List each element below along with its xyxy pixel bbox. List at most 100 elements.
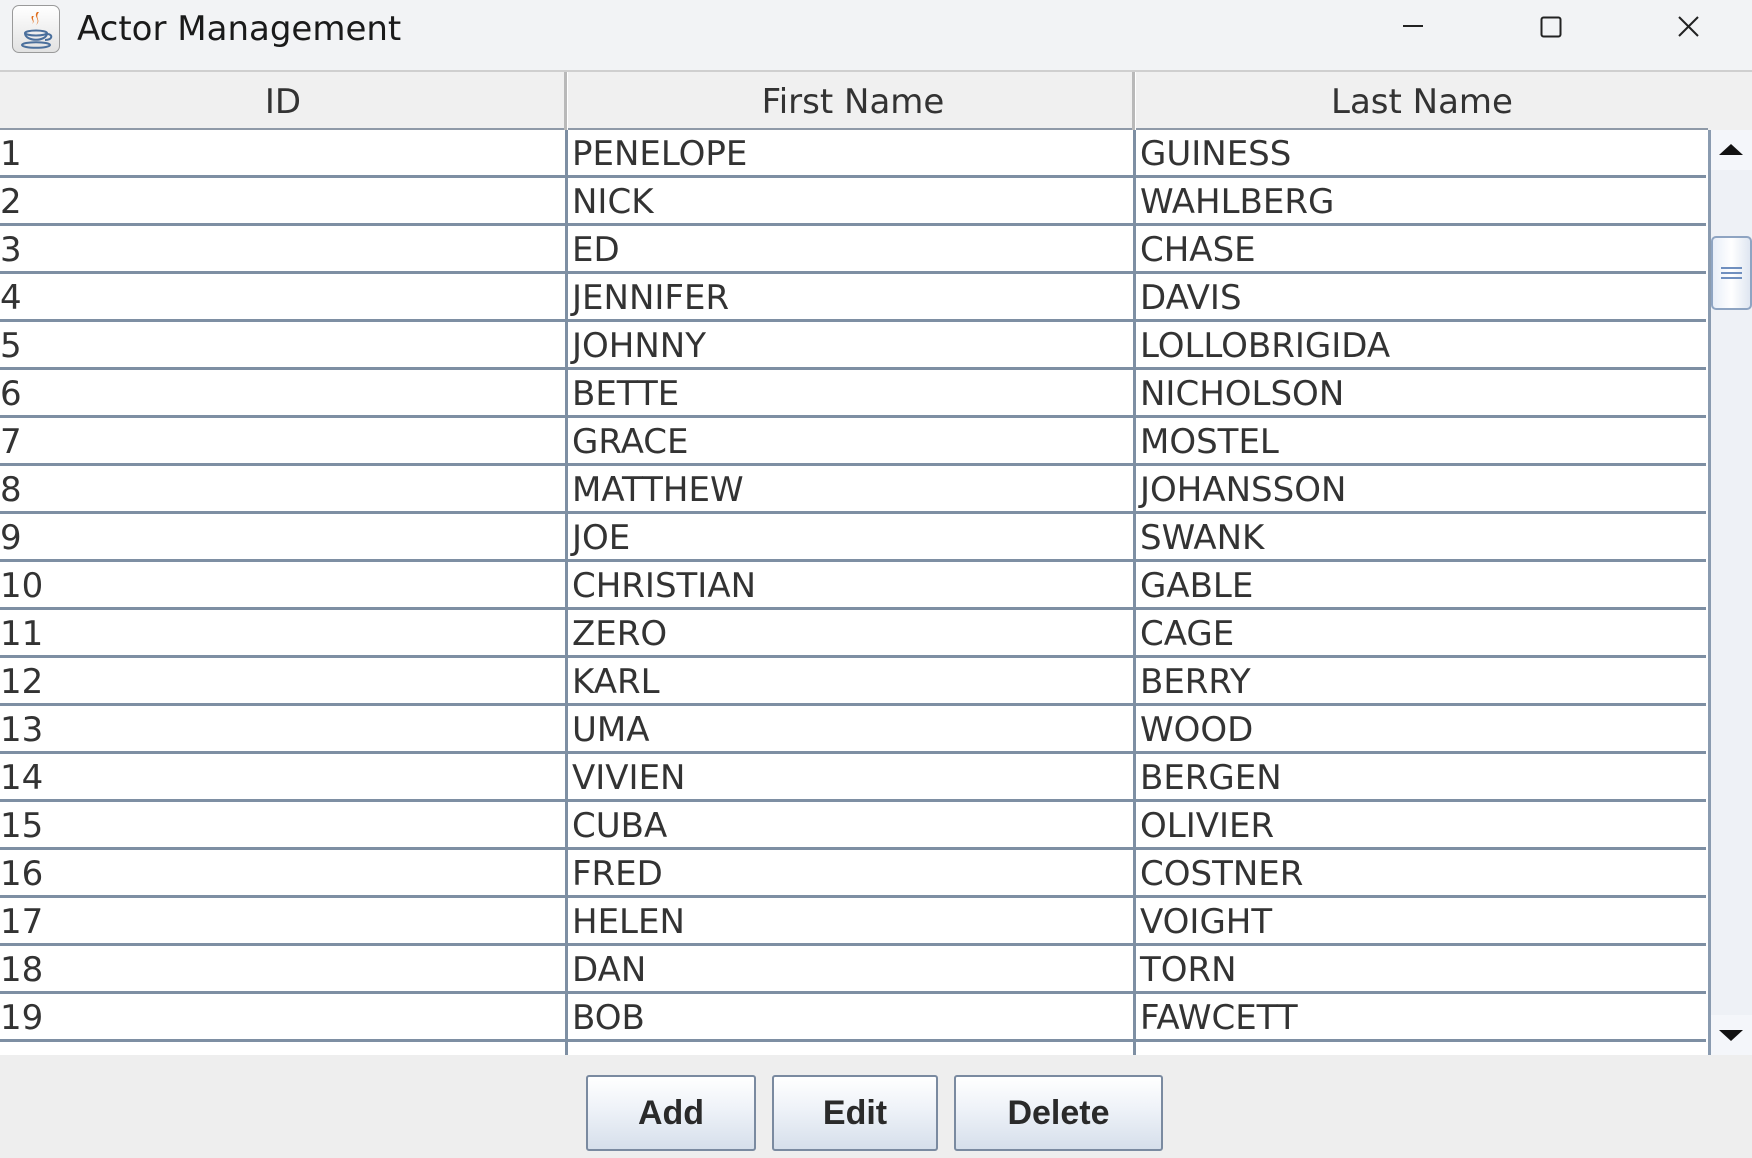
cell-id[interactable]: 3	[0, 226, 566, 271]
table-row[interactable]: 18 DAN TORN	[0, 946, 1706, 994]
cell-first-name[interactable]: JOHNNY	[566, 322, 1134, 367]
cell-first-name[interactable]: ED	[566, 226, 1134, 271]
cell-id[interactable]: 11	[0, 610, 566, 655]
table-row[interactable]: 9 JOE SWANK	[0, 514, 1706, 562]
cell-id[interactable]: 7	[0, 418, 566, 463]
table-row[interactable]: 6 BETTE NICHOLSON	[0, 370, 1706, 418]
grid-line	[1133, 130, 1136, 1055]
table-row[interactable]: 14 VIVIEN BERGEN	[0, 754, 1706, 802]
table-row[interactable]: 8 MATTHEW JOHANSSON	[0, 466, 1706, 514]
cell-id[interactable]: 10	[0, 562, 566, 607]
cell-last-name[interactable]: JOHANSSON	[1134, 466, 1706, 511]
table-row[interactable]	[0, 1042, 1706, 1055]
table-row[interactable]: 13 UMA WOOD	[0, 706, 1706, 754]
cell-first-name[interactable]: NICK	[566, 178, 1134, 223]
cell-id[interactable]: 12	[0, 658, 566, 703]
cell-last-name[interactable]: VOIGHT	[1134, 898, 1706, 943]
cell-last-name[interactable]: MOSTEL	[1134, 418, 1706, 463]
maximize-icon	[1540, 16, 1562, 38]
cell-last-name[interactable]: DAVIS	[1134, 274, 1706, 319]
cell-first-name[interactable]: VIVIEN	[566, 754, 1134, 799]
minimize-button[interactable]	[1344, 0, 1482, 56]
cell-first-name[interactable]: GRACE	[566, 418, 1134, 463]
column-header-first-name[interactable]: First Name	[568, 72, 1138, 128]
cell-first-name[interactable]: UMA	[566, 706, 1134, 751]
cell-last-name[interactable]: CHASE	[1134, 226, 1706, 271]
cell-last-name[interactable]: LOLLOBRIGIDA	[1134, 322, 1706, 367]
table-header: ID First Name Last Name	[0, 70, 1708, 130]
table-row[interactable]: 2 NICK WAHLBERG	[0, 178, 1706, 226]
cell-id[interactable]: 16	[0, 850, 566, 895]
delete-button[interactable]: Delete	[954, 1075, 1163, 1151]
table-row[interactable]: 12 KARL BERRY	[0, 658, 1706, 706]
cell-id[interactable]: 17	[0, 898, 566, 943]
table-row[interactable]: 7 GRACE MOSTEL	[0, 418, 1706, 466]
edit-button[interactable]: Edit	[772, 1075, 938, 1151]
cell-first-name[interactable]: KARL	[566, 658, 1134, 703]
actor-table[interactable]: ID First Name Last Name 19 BOB FAWCETT 18 DA…	[0, 70, 1752, 1055]
cell-first-name[interactable]: JOE	[566, 514, 1134, 559]
table-corner	[1708, 70, 1752, 130]
cell-id[interactable]: 13	[0, 706, 566, 751]
scroll-up-button[interactable]	[1711, 130, 1752, 170]
add-button[interactable]: Add	[586, 1075, 756, 1151]
cell-last-name[interactable]: WOOD	[1134, 706, 1706, 751]
cell-id[interactable]: 15	[0, 802, 566, 847]
cell-last-name[interactable]: BERRY	[1134, 658, 1706, 703]
cell-last-name[interactable]: SWANK	[1134, 514, 1706, 559]
cell-last-name[interactable]: NICHOLSON	[1134, 370, 1706, 415]
table-row[interactable]: 4 JENNIFER DAVIS	[0, 274, 1706, 322]
cell-first-name[interactable]: DAN	[566, 946, 1134, 991]
cell-first-name[interactable]: CUBA	[566, 802, 1134, 847]
cell-first-name[interactable]: BOB	[566, 994, 1134, 1039]
cell-id[interactable]: 5	[0, 322, 566, 367]
cell-last-name[interactable]: OLIVIER	[1134, 802, 1706, 847]
cell-last-name[interactable]: TORN	[1134, 946, 1706, 991]
cell-last-name[interactable]: BERGEN	[1134, 754, 1706, 799]
cell-id[interactable]: 14	[0, 754, 566, 799]
cell-id[interactable]: 8	[0, 466, 566, 511]
vertical-scrollbar[interactable]	[1708, 130, 1752, 1055]
cell-id[interactable]: 4	[0, 274, 566, 319]
cell-last-name[interactable]: COSTNER	[1134, 850, 1706, 895]
grip-lines-icon	[1721, 267, 1742, 279]
table-row[interactable]: 15 CUBA OLIVIER	[0, 802, 1706, 850]
cell-last-name[interactable]: FAWCETT	[1134, 994, 1706, 1039]
column-header-last-name[interactable]: Last Name	[1136, 72, 1708, 128]
java-coffee-cup-icon	[12, 5, 60, 53]
column-header-id[interactable]: ID	[0, 72, 566, 128]
cell-first-name[interactable]: ZERO	[566, 610, 1134, 655]
cell-last-name[interactable]: CAGE	[1134, 610, 1706, 655]
title-bar[interactable]: Actor Management	[0, 0, 1752, 71]
cell-first-name[interactable]: FRED	[566, 850, 1134, 895]
table-row[interactable]: 16 FRED COSTNER	[0, 850, 1706, 898]
scroll-down-button[interactable]	[1711, 1015, 1752, 1055]
table-row[interactable]: 3 ED CHASE	[0, 226, 1706, 274]
arrow-up-icon	[1719, 144, 1743, 155]
cell-first-name[interactable]: JENNIFER	[566, 274, 1134, 319]
cell-id[interactable]: 2	[0, 178, 566, 223]
cell-last-name[interactable]: GUINESS	[1134, 130, 1706, 175]
table-row[interactable]: 5 JOHNNY LOLLOBRIGIDA	[0, 322, 1706, 370]
table-row[interactable]: 1 PENELOPE GUINESS	[0, 130, 1706, 178]
cell-first-name[interactable]: MATTHEW	[566, 466, 1134, 511]
maximize-button[interactable]	[1482, 0, 1620, 56]
cell-first-name[interactable]: HELEN	[566, 898, 1134, 943]
cell-id[interactable]: 9	[0, 514, 566, 559]
table-body[interactable]: 19 BOB FAWCETT 18 DAN TORN 17 HELEN VOIGHT 16 FRED…	[0, 130, 1706, 1055]
cell-first-name[interactable]: CHRISTIAN	[566, 562, 1134, 607]
cell-first-name[interactable]: BETTE	[566, 370, 1134, 415]
table-row[interactable]: 10 CHRISTIAN GABLE	[0, 562, 1706, 610]
table-row[interactable]: 11 ZERO CAGE	[0, 610, 1706, 658]
cell-last-name[interactable]: WAHLBERG	[1134, 178, 1706, 223]
cell-first-name[interactable]: PENELOPE	[566, 130, 1134, 175]
table-row[interactable]: 19 BOB FAWCETT	[0, 994, 1706, 1042]
close-button[interactable]	[1620, 0, 1752, 56]
table-row[interactable]: 17 HELEN VOIGHT	[0, 898, 1706, 946]
scroll-thumb[interactable]	[1711, 236, 1752, 310]
cell-id[interactable]: 18	[0, 946, 566, 991]
cell-id[interactable]: 6	[0, 370, 566, 415]
cell-last-name[interactable]: GABLE	[1134, 562, 1706, 607]
cell-id[interactable]: 1	[0, 130, 566, 175]
cell-id[interactable]: 19	[0, 994, 566, 1039]
